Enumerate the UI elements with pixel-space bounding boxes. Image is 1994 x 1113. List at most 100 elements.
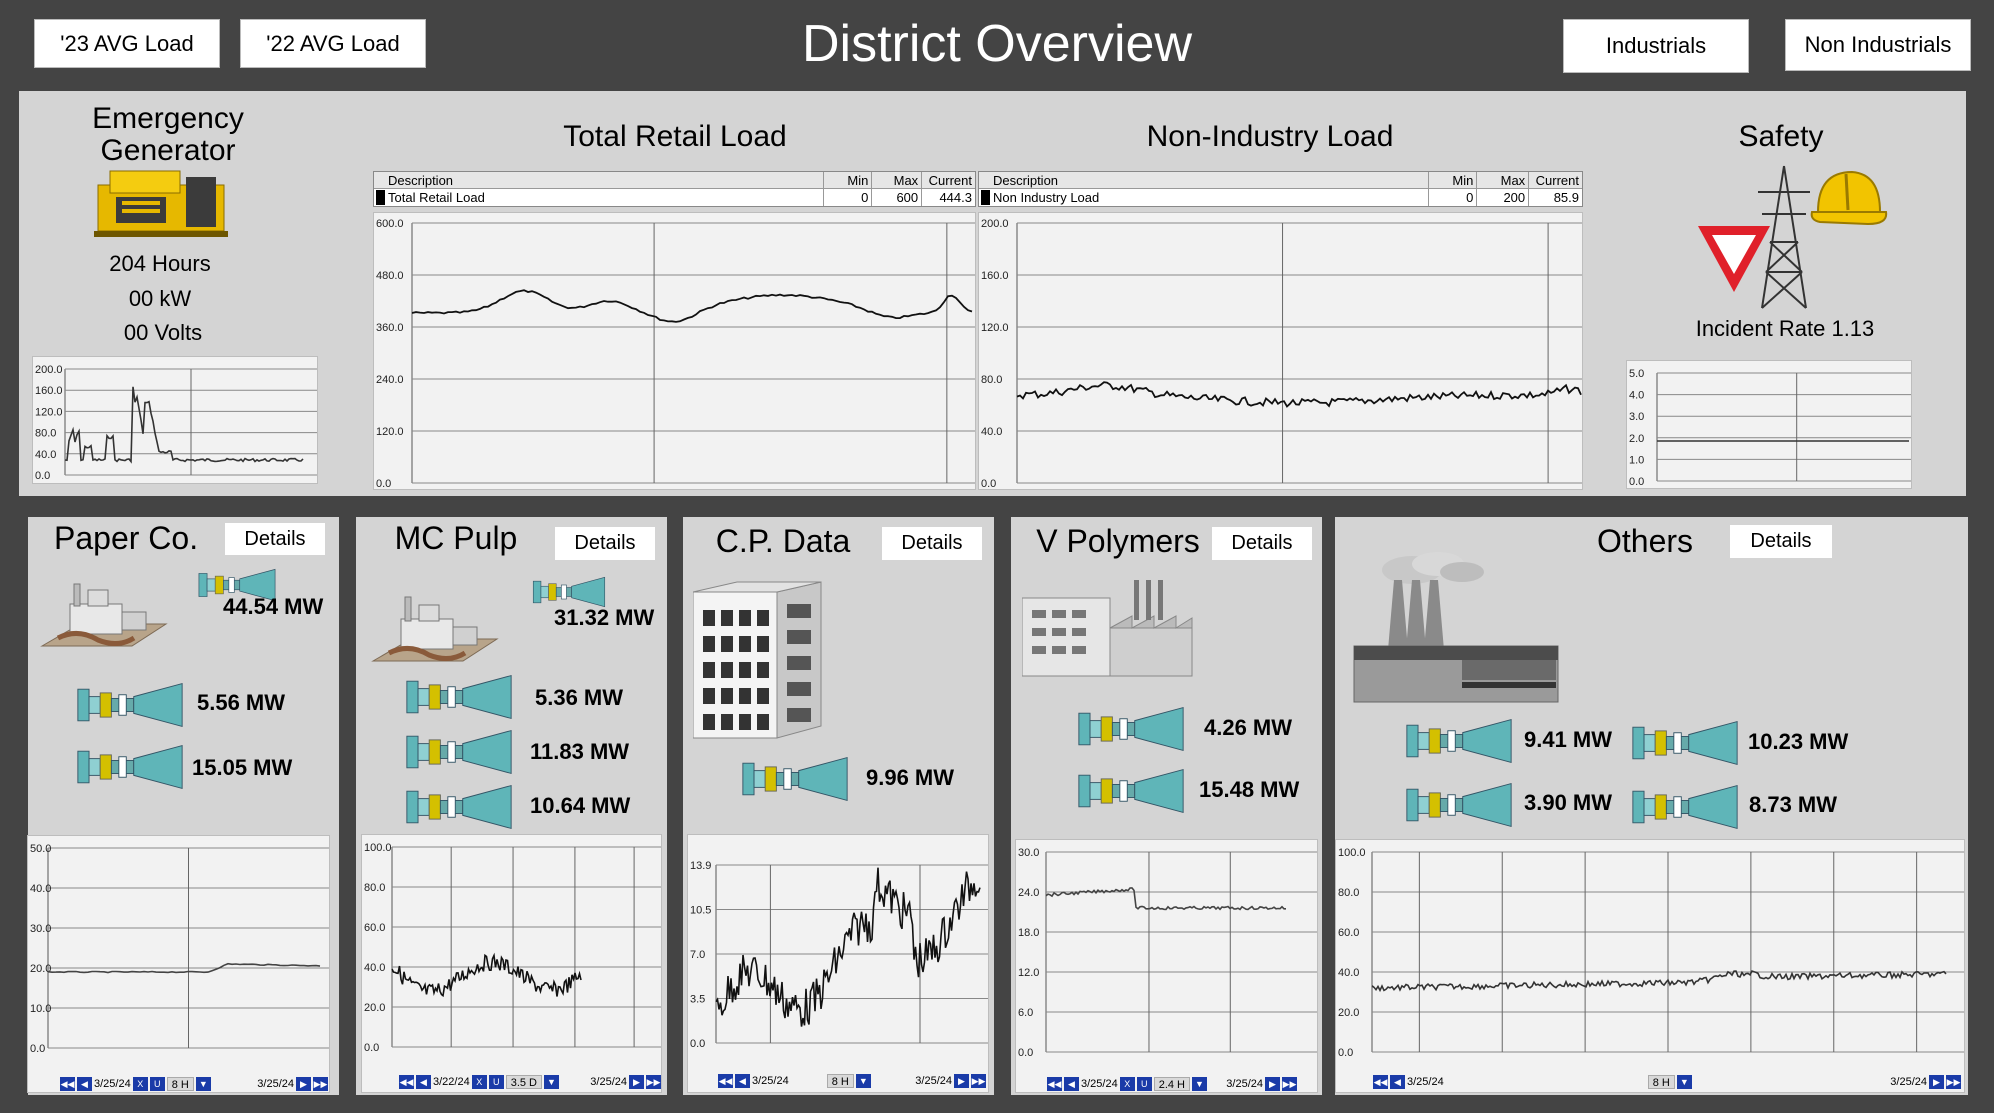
nav-end-date: 3/25/24 xyxy=(1890,1076,1927,1088)
series-color-swatch xyxy=(981,190,990,205)
double-left-arrow-icon[interactable]: ◀◀ xyxy=(1373,1075,1388,1089)
y-tick-label: 0.0 xyxy=(1018,1047,1033,1059)
cp-data-chart-grid: 13.9 10.5 7.0 3.5 0.0 xyxy=(690,860,988,1050)
time-range-select[interactable]: 8 H xyxy=(1647,1075,1675,1089)
cp-data-details-button[interactable]: Details xyxy=(882,527,982,560)
others-mw-2: 10.23 MW xyxy=(1748,729,1849,754)
y-tick-label: 200.0 xyxy=(981,218,1009,230)
double-right-arrow-icon[interactable]: ▶▶ xyxy=(646,1075,661,1089)
cp-data-trend-chart[interactable]: 13.9 10.5 7.0 3.5 0.0 xyxy=(687,834,989,1093)
paper-co-time-navigator: ◀◀ ◀ 3/25/24 XU 8 H ▼ 3/25/24 ▶ ▶▶ xyxy=(60,1076,328,1092)
office-building-icon xyxy=(693,581,822,739)
generator-trend-line xyxy=(64,386,304,464)
generator-trend-chart[interactable]: 200.0 160.0 120.0 80.0 40.0 0.0 xyxy=(32,356,318,484)
paper-co-details-button[interactable]: Details xyxy=(225,523,325,555)
y-tick-label: 80.0 xyxy=(1338,887,1359,899)
turbine-icon xyxy=(406,784,512,830)
double-left-arrow-icon[interactable]: ◀◀ xyxy=(718,1074,733,1088)
double-left-arrow-icon[interactable]: ◀◀ xyxy=(399,1075,414,1089)
turbine-icon xyxy=(742,756,848,802)
right-arrow-icon[interactable]: ▶ xyxy=(296,1077,311,1091)
window-icon xyxy=(721,610,733,626)
y-tick-label: 1.0 xyxy=(1629,454,1644,466)
non-industrials-button[interactable]: Non Industrials xyxy=(1785,19,1971,71)
right-arrow-icon[interactable]: ▶ xyxy=(629,1075,644,1089)
left-arrow-icon[interactable]: ◀ xyxy=(416,1075,431,1089)
right-arrow-icon[interactable]: ▶ xyxy=(1929,1075,1944,1089)
turbine-icon xyxy=(77,682,183,728)
mc-pulp-mw-3: 11.83 MW xyxy=(530,739,630,764)
series-name: Non Industry Load xyxy=(993,190,1100,205)
close-trend-button[interactable]: X xyxy=(132,1077,148,1091)
turbine-icon xyxy=(77,744,183,790)
mc-pulp-trend-chart[interactable]: 100.0 80.0 60.0 40.0 20.0 0.0 xyxy=(361,834,662,1093)
v-polymers-details-button[interactable]: Details xyxy=(1212,527,1312,560)
update-trend-button[interactable]: U xyxy=(149,1077,165,1091)
double-left-arrow-icon[interactable]: ◀◀ xyxy=(60,1077,75,1091)
others-mw-4: 8.73 MW xyxy=(1749,792,1838,817)
non-industry-legend-table: Description Min Max Current Non Industry… xyxy=(978,171,1583,207)
double-right-arrow-icon[interactable]: ▶▶ xyxy=(971,1074,986,1088)
double-right-arrow-icon[interactable]: ▶▶ xyxy=(1946,1075,1961,1089)
safety-trend-chart[interactable]: 5.0 4.0 3.0 2.0 1.0 0.0 xyxy=(1626,360,1912,489)
update-trend-button[interactable]: U xyxy=(1136,1077,1152,1091)
close-trend-button[interactable]: X xyxy=(1119,1077,1135,1091)
dropdown-icon[interactable]: ▼ xyxy=(1192,1077,1207,1091)
time-range-select[interactable]: 8 H xyxy=(826,1074,854,1088)
close-trend-button[interactable]: X xyxy=(471,1075,487,1089)
time-range-select[interactable]: 8 H xyxy=(166,1077,194,1091)
dropdown-icon[interactable]: ▼ xyxy=(855,1074,871,1088)
dropdown-icon[interactable]: ▼ xyxy=(544,1075,559,1089)
double-right-arrow-icon[interactable]: ▶▶ xyxy=(1282,1077,1297,1091)
double-right-arrow-icon[interactable]: ▶▶ xyxy=(313,1077,328,1091)
y-tick-label: 40.0 xyxy=(981,426,1002,438)
y-tick-label: 120.0 xyxy=(35,406,63,418)
retail-load-chart[interactable]: 600.0 480.0 360.0 240.0 120.0 0.0 xyxy=(373,212,976,490)
y-tick-label: 4.0 xyxy=(1629,390,1644,402)
dropdown-icon[interactable]: ▼ xyxy=(195,1077,211,1091)
paper-co-mw-2: 5.56 MW xyxy=(197,690,286,715)
others-trend-chart[interactable]: 100.0 80.0 60.0 40.0 20.0 0.0 xyxy=(1335,839,1965,1093)
window-icon xyxy=(739,714,751,730)
y-tick-label: 80.0 xyxy=(981,374,1002,386)
update-trend-button[interactable]: U xyxy=(488,1075,504,1089)
table-header-current: Current xyxy=(1535,173,1579,188)
window-icon xyxy=(787,708,811,722)
double-left-arrow-icon[interactable]: ◀◀ xyxy=(1047,1077,1062,1091)
table-cell-max: 200 xyxy=(1477,189,1530,206)
mc-pulp-details-button[interactable]: Details xyxy=(555,527,655,560)
factory-icon xyxy=(1022,580,1193,677)
y-tick-label: 100.0 xyxy=(1338,847,1366,859)
dropdown-icon[interactable]: ▼ xyxy=(1676,1075,1692,1089)
paper-co-mw-1: 44.54 MW xyxy=(223,594,324,619)
window-icon xyxy=(739,636,751,652)
left-arrow-icon[interactable]: ◀ xyxy=(77,1077,92,1091)
generator-chart-grid: 200.0 160.0 120.0 80.0 40.0 0.0 xyxy=(35,364,317,482)
time-range-select[interactable]: 2.4 H xyxy=(1153,1077,1190,1091)
pulp-mill-icon xyxy=(371,596,499,662)
right-arrow-icon[interactable]: ▶ xyxy=(954,1074,969,1088)
paper-co-trend-chart[interactable]: 50.0 40.0 30.0 20.0 10.0 0.0 xyxy=(27,835,330,1093)
nav-start-date: 3/25/24 xyxy=(1081,1078,1118,1090)
time-range-select[interactable]: 3.5 D xyxy=(505,1075,542,1089)
left-arrow-icon[interactable]: ◀ xyxy=(1064,1077,1079,1091)
window-icon xyxy=(757,662,769,678)
nav-start-date: 3/22/24 xyxy=(433,1076,470,1088)
table-row-description: Non Industry Load xyxy=(979,189,1430,206)
y-tick-label: 24.0 xyxy=(1018,887,1039,899)
right-arrow-icon[interactable]: ▶ xyxy=(1265,1077,1280,1091)
left-arrow-icon[interactable]: ◀ xyxy=(735,1074,750,1088)
y-tick-label: 160.0 xyxy=(35,385,63,397)
turbine-icon xyxy=(406,674,512,720)
industrials-button[interactable]: Industrials xyxy=(1563,19,1749,73)
left-arrow-icon[interactable]: ◀ xyxy=(1390,1075,1405,1089)
non-industry-load-chart[interactable]: 200.0 160.0 120.0 80.0 40.0 0.0 xyxy=(978,212,1583,490)
window-icon xyxy=(787,682,811,696)
v-polymers-mw-1: 4.26 MW xyxy=(1204,715,1293,740)
y-tick-label: 2.0 xyxy=(1629,433,1644,445)
others-details-button[interactable]: Details xyxy=(1730,525,1832,558)
paper-co-mw-3: 15.05 MW xyxy=(192,755,293,780)
y-tick-label: 20.0 xyxy=(1338,1007,1359,1019)
v-polymers-trend-chart[interactable]: 30.0 24.0 18.0 12.0 6.0 0.0 xyxy=(1015,839,1318,1093)
y-tick-label: 40.0 xyxy=(30,883,51,895)
